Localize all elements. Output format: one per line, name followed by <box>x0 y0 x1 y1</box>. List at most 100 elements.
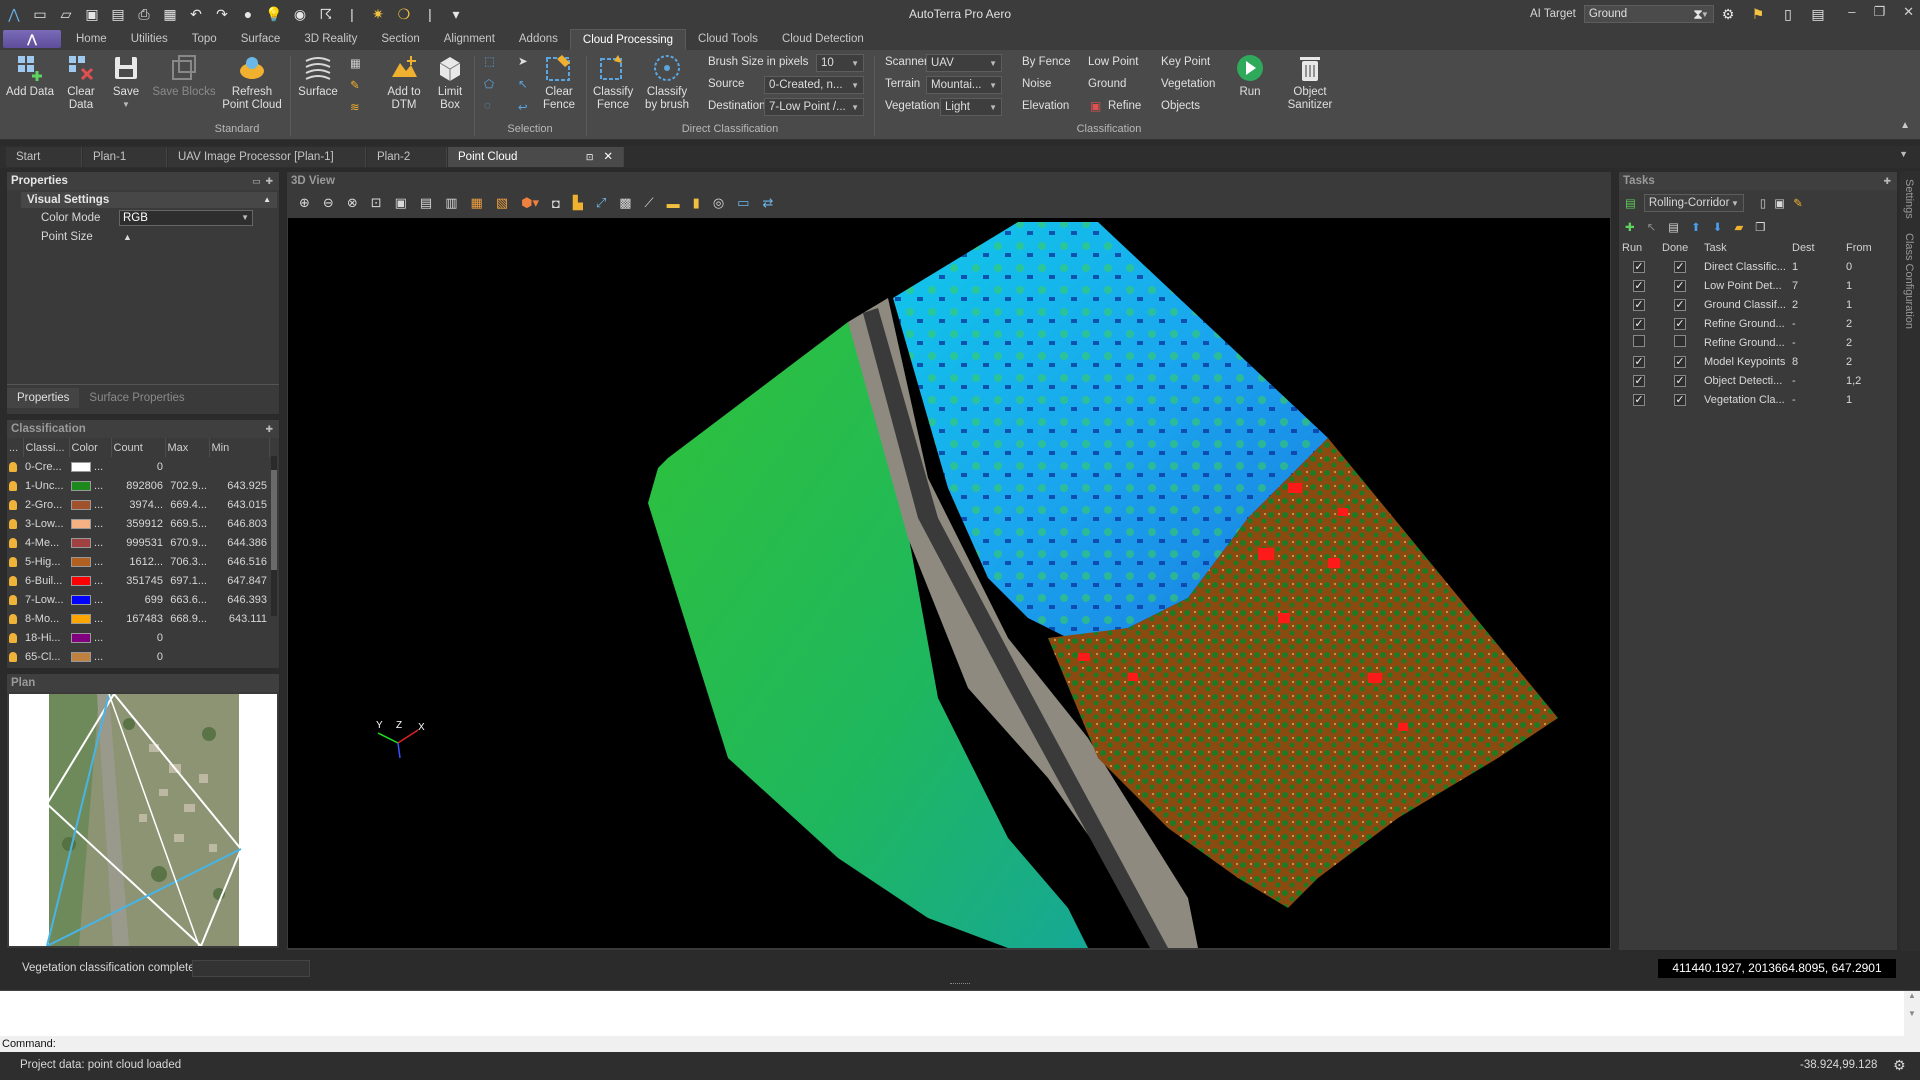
tab-home[interactable]: Home <box>64 29 119 50</box>
visibility-bulb-icon[interactable] <box>7 533 23 552</box>
column-header[interactable]: Min <box>209 438 270 457</box>
visibility-bulb-icon[interactable] <box>7 647 23 666</box>
task-row[interactable]: ✓ ✓ Low Point Det... 7 1 <box>1619 276 1895 295</box>
side-tab-settings[interactable]: Settings <box>1903 179 1915 219</box>
limit-box-button[interactable]: Limit Box <box>432 53 468 111</box>
color-swatch[interactable] <box>71 537 91 548</box>
clear-fence-button[interactable]: Clear Fence <box>538 53 580 111</box>
destination-select[interactable]: 7-Low Point /... ▼ <box>764 98 864 116</box>
class-color-swatch[interactable]: ... <box>69 533 111 552</box>
color-swatch[interactable] <box>71 480 91 491</box>
scanner-select[interactable]: UAV ▼ <box>926 54 1002 72</box>
tab-cloud-tools[interactable]: Cloud Tools <box>686 29 770 50</box>
doc-tab-plan-2[interactable]: Plan-2 <box>367 147 447 167</box>
view-back-icon[interactable]: ▧ <box>496 195 508 211</box>
doc-tab-plan-1[interactable]: Plan-1 <box>83 147 167 167</box>
tab-utilities[interactable]: Utilities <box>119 29 180 50</box>
task-done-checkbox[interactable]: ✓ <box>1659 295 1701 314</box>
noise-button[interactable]: Noise <box>1022 78 1051 90</box>
task-run-checkbox[interactable]: ✓ <box>1619 295 1659 314</box>
view-top-icon[interactable]: ▣ <box>395 195 407 211</box>
color-swatch[interactable] <box>71 613 91 624</box>
bulb-settings-icon[interactable]: ✷ <box>368 4 388 24</box>
tab-cloud-detection[interactable]: Cloud Detection <box>770 29 876 50</box>
copy-task-icon[interactable]: ❐ <box>1755 220 1765 234</box>
command-history-area[interactable]: ▲ ▼ <box>0 990 1920 1037</box>
class-color-swatch[interactable]: ... <box>69 457 111 476</box>
rectangle-select-icon[interactable]: ⬚ <box>484 54 495 68</box>
document-icon[interactable]: ▯ <box>1778 4 1798 24</box>
refresh-point-cloud-button[interactable]: Refresh Point Cloud <box>220 53 284 111</box>
screen-icon[interactable]: ▭ <box>737 195 749 211</box>
tab-3d-reality[interactable]: 3D Reality <box>292 29 369 50</box>
measure-area-icon[interactable]: ▩ <box>619 195 631 211</box>
color-swatch[interactable] <box>71 518 91 529</box>
pointer-icon[interactable]: ➤ <box>518 54 528 68</box>
tab-topo[interactable]: Topo <box>180 29 229 50</box>
panel-pin-icon[interactable]: ▭ ✚ <box>252 172 279 190</box>
save-button[interactable]: Save ▼ <box>108 53 144 111</box>
visibility-bulb-icon[interactable] <box>7 495 23 514</box>
measure-line-icon[interactable]: ⟋ <box>645 195 654 211</box>
visibility-bulb-icon[interactable] <box>7 514 23 533</box>
view-cube-icon[interactable]: ⬢▾ <box>521 195 539 211</box>
source-select[interactable]: 0-Created, n... ▼ <box>764 76 864 94</box>
classify-fence-button[interactable]: Classify Fence <box>590 53 636 111</box>
command-line[interactable]: Command: <box>0 1036 1920 1052</box>
tab-alignment[interactable]: Alignment <box>432 29 507 50</box>
task-run-checkbox[interactable]: ✓ <box>1619 257 1659 276</box>
color-swatch[interactable] <box>71 461 91 472</box>
layer-icon[interactable]: ● <box>238 4 258 24</box>
column-header[interactable]: Count <box>111 438 166 457</box>
application-menu-button[interactable]: ⋀ <box>3 30 61 48</box>
tip-icon[interactable]: ❍ <box>394 4 414 24</box>
height-icon[interactable]: ▮ <box>693 195 700 211</box>
task-run-checkbox[interactable]: ✓ <box>1619 352 1659 371</box>
classification-row[interactable]: 6-Buil... ... 351745 697.1... 647.847 <box>7 571 269 590</box>
move-up-icon[interactable]: ⬆ <box>1691 220 1701 234</box>
zoom-window-icon[interactable]: ⊗ <box>347 195 358 211</box>
panel-pin-icon[interactable]: ✚ <box>265 420 279 438</box>
class-color-swatch[interactable]: ... <box>69 647 111 666</box>
color-mode-select[interactable]: RGB ▼ <box>119 209 253 226</box>
task-done-checkbox[interactable]: ✓ <box>1659 352 1701 371</box>
key-point-button[interactable]: Key Point <box>1161 56 1210 68</box>
pin-icon[interactable]: ⊡ <box>586 147 594 167</box>
surface-lines-icon[interactable]: ≋ <box>350 100 361 114</box>
vegetation-select[interactable]: Light ▼ <box>940 98 1002 116</box>
color-swatch[interactable] <box>71 499 91 510</box>
zoom-extents-icon[interactable]: ⊡ <box>371 195 382 211</box>
color-swatch[interactable] <box>71 556 91 567</box>
tab-section[interactable]: Section <box>369 29 431 50</box>
visibility-bulb-icon[interactable] <box>7 476 23 495</box>
color-swatch[interactable] <box>71 575 91 586</box>
class-color-swatch[interactable]: ... <box>69 609 111 628</box>
brush-size-select[interactable]: 10 ▼ <box>816 54 864 72</box>
save-task-icon[interactable]: ▣ <box>1774 196 1785 210</box>
customize-toolbar-icon[interactable]: ▾ <box>446 4 466 24</box>
task-run-checkbox[interactable] <box>1619 333 1659 352</box>
class-color-swatch[interactable]: ... <box>69 495 111 514</box>
classification-row[interactable]: 65-Cl... ... 0 <box>7 647 269 666</box>
column-header[interactable]: Max <box>165 438 210 457</box>
hourglass-icon[interactable]: ⧗ <box>1688 4 1708 24</box>
new-task-icon[interactable]: ▯ <box>1760 196 1766 210</box>
visibility-bulb-icon[interactable] <box>7 571 23 590</box>
visibility-bulb-icon[interactable] <box>7 628 23 647</box>
panel-pin-icon[interactable]: ✚ <box>1883 172 1897 190</box>
view-side-icon[interactable]: ▥ <box>445 195 457 211</box>
open-folder-icon[interactable]: ▰ <box>1734 220 1743 234</box>
class-color-swatch[interactable]: ... <box>69 590 111 609</box>
side-tab-class-configuration[interactable]: Class Configuration <box>1903 233 1915 329</box>
walk-icon[interactable]: ☈ <box>316 4 336 24</box>
clear-data-button[interactable]: Clear Data <box>62 53 100 111</box>
column-header[interactable]: ... <box>7 438 24 457</box>
task-done-checkbox[interactable]: ✓ <box>1659 371 1701 390</box>
refine-button[interactable]: Refine <box>1108 100 1141 112</box>
view-iso-icon[interactable]: ▦ <box>471 195 483 211</box>
column-header[interactable]: Done <box>1659 238 1701 257</box>
visual-settings-section[interactable]: Visual Settings ▲ <box>21 192 277 208</box>
tab-list-icon[interactable]: ▼ <box>1899 149 1908 159</box>
classification-row[interactable]: 4-Me... ... 999531 670.9... 644.386 <box>7 533 269 552</box>
color-swatch[interactable] <box>71 594 91 605</box>
